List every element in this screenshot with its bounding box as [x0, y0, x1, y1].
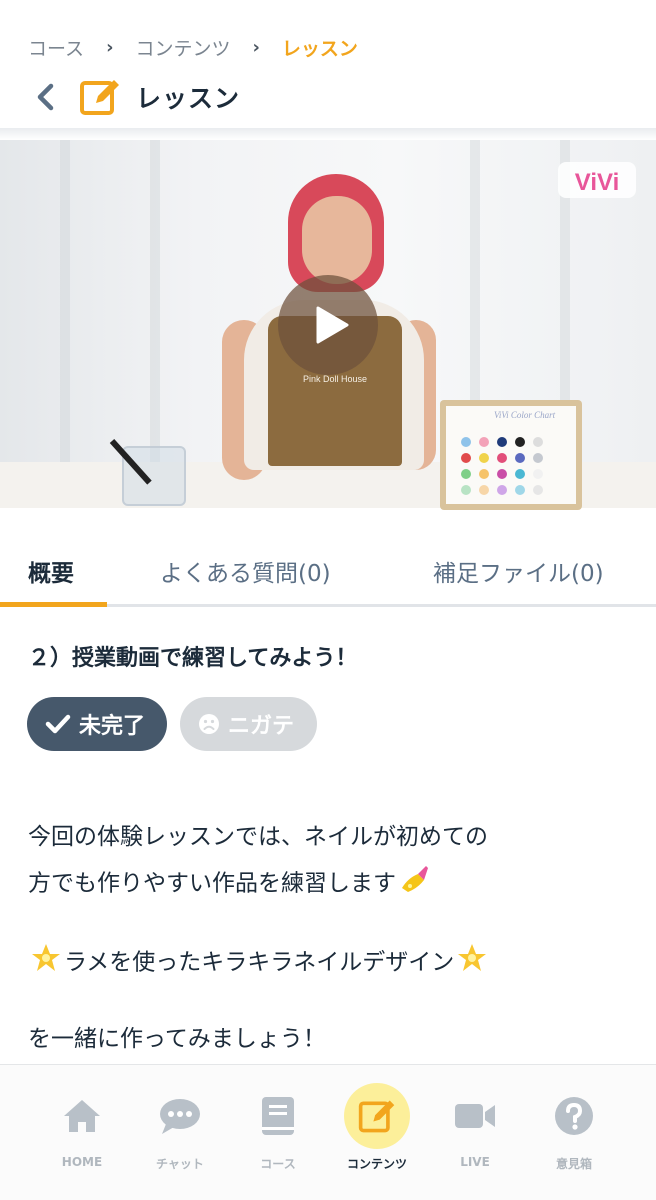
- nav-live[interactable]: LIVE: [425, 1083, 525, 1169]
- edit-icon: [80, 80, 119, 115]
- weak-toggle-button[interactable]: ニガテ: [180, 697, 317, 751]
- video-glass: [122, 446, 186, 506]
- nav-chat-label: チャット: [156, 1157, 204, 1171]
- color-chart-title: ViVi Color Chart: [494, 410, 556, 420]
- lesson-body-line-2: 方でも作りやすい作品を練習します: [28, 862, 434, 906]
- color-chart-bows: [461, 437, 543, 495]
- status-incomplete-label: 未完了: [79, 714, 146, 739]
- color-chart-board: ViVi Color Chart: [440, 400, 582, 510]
- nav-feedback[interactable]: 意見箱: [524, 1083, 624, 1172]
- bottom-navigation: HOME チャット コース コンテンツ LIVE 意見箱: [0, 1064, 656, 1200]
- play-button[interactable]: [278, 275, 378, 375]
- nav-home[interactable]: HOME: [32, 1083, 132, 1169]
- lesson-title: ２）授業動画で練習してみよう！: [28, 646, 358, 671]
- nav-course[interactable]: コース: [228, 1083, 328, 1172]
- chevron-right-icon: ›: [252, 37, 260, 58]
- lesson-highlight-text: ラメを使ったキラキラネイルデザイン: [64, 949, 455, 976]
- lesson-highlight-line: ラメを使ったキラキラネイルデザイン: [28, 942, 490, 984]
- check-icon: [45, 713, 71, 735]
- home-icon: [49, 1083, 115, 1149]
- glowing-star-icon: [456, 942, 488, 984]
- lesson-body-line: 今回の体験レッスンでは、ネイルが初めての: [28, 824, 488, 850]
- nav-live-label: LIVE: [460, 1155, 490, 1169]
- page-header: コース › コンテンツ › レッスン レッスン: [0, 0, 656, 130]
- lesson-body-text: 方でも作りやすい作品を練習します: [28, 870, 396, 897]
- sad-face-icon: [198, 713, 220, 735]
- breadcrumb-contents[interactable]: コンテンツ: [135, 34, 230, 61]
- nav-home-label: HOME: [61, 1155, 103, 1169]
- curtain-fold: [60, 140, 70, 470]
- apron-logo: Pink Doll House: [302, 374, 368, 384]
- nav-contents[interactable]: コンテンツ: [327, 1083, 427, 1172]
- status-incomplete-button[interactable]: 未完了: [27, 697, 167, 751]
- breadcrumb-course[interactable]: コース: [28, 34, 84, 61]
- book-icon: [245, 1083, 311, 1149]
- breadcrumb-lesson: レッスン: [281, 38, 358, 60]
- curtain-fold: [150, 140, 160, 470]
- chat-icon: [147, 1083, 213, 1149]
- chevron-left-icon: [37, 83, 54, 111]
- edit-icon: [344, 1083, 410, 1149]
- nav-course-label: コース: [260, 1157, 296, 1171]
- nail-polish-icon: [398, 862, 432, 906]
- nav-chat[interactable]: チャット: [130, 1083, 230, 1172]
- video-person-face: [302, 196, 372, 284]
- header-divider: [0, 128, 656, 140]
- weak-label: ニガテ: [228, 714, 295, 739]
- video-camera-icon: [442, 1083, 508, 1149]
- title-row: レッスン: [34, 74, 240, 120]
- breadcrumb: コース › コンテンツ › レッスン: [28, 34, 358, 61]
- tab-active-indicator: [0, 602, 107, 607]
- back-button[interactable]: [34, 77, 64, 117]
- nav-contents-label: コンテンツ: [346, 1157, 407, 1171]
- question-icon: [541, 1083, 607, 1149]
- nav-feedback-label: 意見箱: [555, 1157, 592, 1171]
- vivi-logo: ViVi: [558, 162, 636, 198]
- chevron-right-icon: ›: [106, 37, 114, 58]
- tab-overview[interactable]: 概要: [28, 554, 74, 588]
- tab-faq[interactable]: よくある質問(0): [160, 554, 331, 588]
- page-title: レッスン: [136, 84, 241, 113]
- lesson-body-closing: を一緒に作ってみましょう！: [28, 1026, 326, 1052]
- vivi-logo-text: ViVi: [575, 169, 619, 196]
- tab-files[interactable]: 補足ファイル(0): [433, 554, 604, 588]
- tab-bar: 概要 よくある質問(0) 補足ファイル(0): [0, 538, 656, 608]
- glowing-star-icon: [30, 942, 62, 984]
- play-icon: [316, 306, 349, 344]
